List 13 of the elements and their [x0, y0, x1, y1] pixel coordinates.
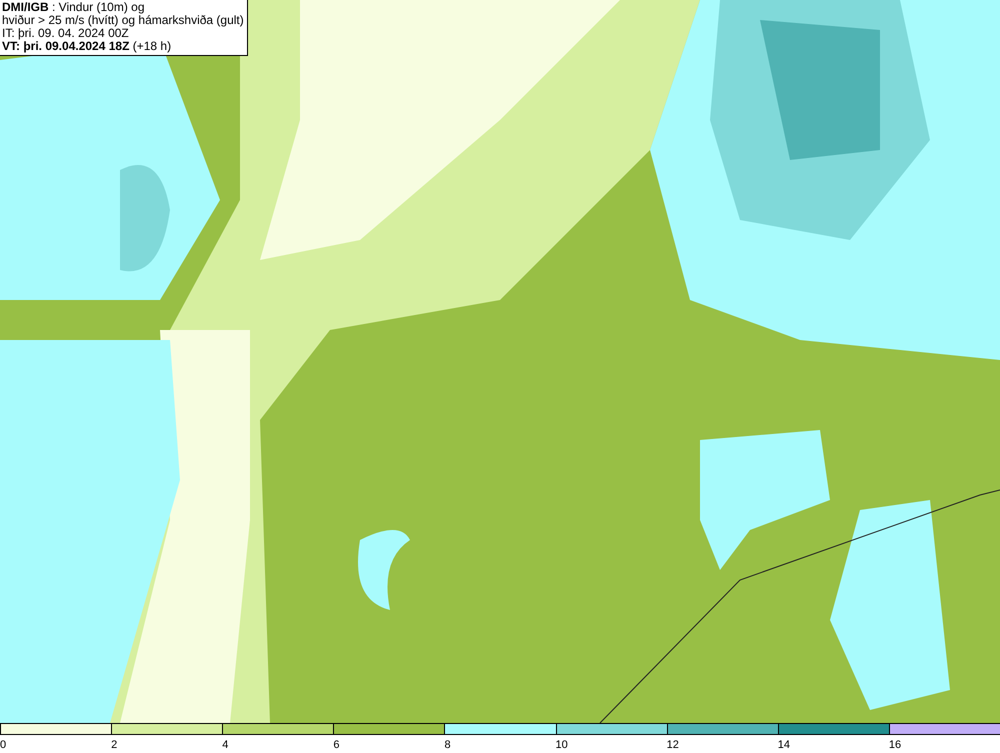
title-line: IT: þri. 09. 04. 2024 00Z: [2, 27, 129, 40]
legend-label: 16: [888, 739, 902, 751]
title-line: hviður > 25 m/s (hvítt) og hámarkshviða (gult): [2, 14, 244, 27]
legend-label: 4: [222, 739, 228, 751]
legend-label: 14: [778, 739, 790, 751]
legend-label: 6: [333, 739, 340, 751]
title-line: VT: þri. 09.04.2024 18Z (+18 h): [2, 40, 172, 53]
legend-label: 8: [444, 739, 451, 751]
legend-label: 12: [666, 739, 679, 751]
legend-label: 2: [111, 739, 118, 751]
legend-label: 10: [556, 739, 568, 751]
legend-label: 0: [0, 739, 6, 751]
title-line: DMI/IGB : Vindur (10m) og: [2, 1, 146, 14]
